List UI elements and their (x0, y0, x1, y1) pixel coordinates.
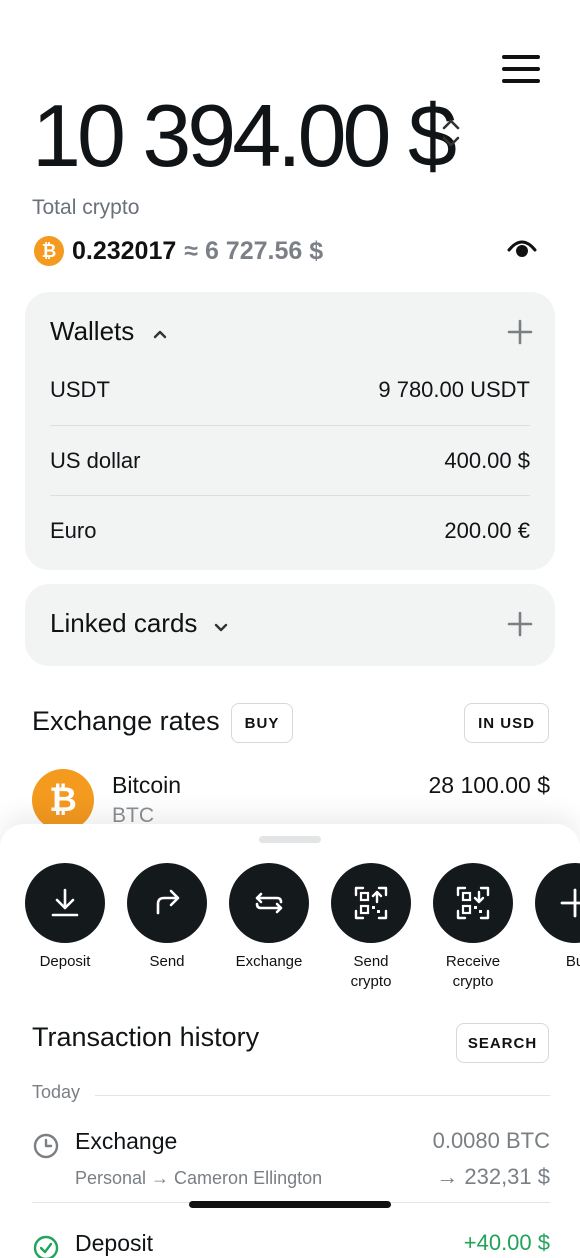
send-crypto-button-circle[interactable] (331, 863, 411, 943)
bitcoin-coin-icon: ₿ (34, 236, 64, 266)
transaction-subtitle: Personal → Cameron Ellington (75, 1168, 323, 1188)
wallet-amount: 400.00 $ (444, 447, 530, 473)
receive-crypto-action-button[interactable]: Receive crypto (431, 863, 515, 992)
wallet-name: Euro (50, 517, 97, 543)
buy-button[interactable]: BUY (231, 703, 293, 743)
qr-send-icon (354, 886, 388, 920)
transaction-history-title: Transaction history (32, 1022, 260, 1052)
exchange-action-button[interactable]: Exchange (227, 863, 311, 972)
linked-cards-title[interactable]: Linked cards (50, 608, 197, 639)
rate-price: 28 100.00 $ (428, 772, 550, 798)
send-action-button[interactable]: Send (125, 863, 209, 972)
forward-arrow-icon (156, 889, 180, 915)
transaction-title: Exchange (75, 1128, 178, 1154)
wallet-amount: 9 780.00 USDT (378, 377, 530, 402)
linked-cards-card[interactable]: Linked cards (25, 584, 555, 666)
receive-crypto-button-circle[interactable] (433, 863, 513, 943)
check-circle-icon (33, 1235, 59, 1258)
download-icon (51, 888, 79, 917)
menu-icon-line (502, 79, 540, 83)
add-card-button[interactable] (507, 611, 533, 637)
bitcoin-coin-icon: ₿ (32, 769, 94, 831)
wallets-title[interactable]: Wallets (50, 316, 134, 347)
qr-receive-icon (456, 886, 490, 920)
wallet-name: US dollar (50, 447, 141, 473)
action-label: Exchange (235, 953, 303, 970)
buy-button-circle[interactable] (535, 863, 580, 943)
action-label: Send crypto (350, 953, 392, 990)
rate-name: Bitcoin (112, 772, 182, 798)
action-label: Receive crypto (445, 953, 501, 990)
transaction-amount: +40.00 $ (463, 1230, 550, 1255)
day-label: Today (32, 1082, 81, 1102)
menu-icon (502, 55, 540, 59)
home-indicator[interactable] (189, 1201, 391, 1208)
crypto-approx-value: ≈ 6 727.56 $ (184, 236, 324, 265)
search-button[interactable]: SEARCH (456, 1023, 549, 1063)
send-crypto-action-button[interactable]: Send crypto (329, 863, 413, 992)
exchange-rates-title: Exchange rates (32, 706, 220, 736)
wallet-row-us-dollar[interactable]: US dollar 400.00 $ (50, 425, 530, 495)
transaction-row[interactable]: Exchange Personal → Cameron Ellington 0.… (32, 1128, 550, 1202)
action-label: Send (149, 953, 185, 970)
sort-toggle-icon[interactable] (440, 117, 462, 149)
rate-row-bitcoin[interactable]: ₿ Bitcoin BTC 28 100.00 $ (32, 768, 550, 831)
day-divider (95, 1095, 550, 1096)
action-label: Deposit (39, 953, 91, 970)
menu-button[interactable] (500, 52, 542, 86)
menu-icon-line (502, 67, 540, 71)
exchange-icon (255, 892, 283, 914)
total-crypto-row: ₿ 0.232017 ≈ 6 727.56 $ (34, 234, 323, 268)
action-label: Bu (565, 953, 580, 970)
wallet-name: USDT (50, 377, 110, 402)
plus-icon (560, 888, 580, 918)
transaction-row[interactable]: Deposit +40.00 $ (32, 1230, 550, 1258)
deposit-action-button[interactable]: Deposit (23, 863, 107, 972)
currency-select-button[interactable]: IN USD (464, 703, 549, 743)
buy-action-button[interactable]: Bu (533, 863, 580, 972)
exchange-button-circle[interactable] (229, 863, 309, 943)
total-crypto-label: Total crypto (32, 196, 140, 219)
chevron-down-icon[interactable] (213, 622, 229, 634)
clock-icon (33, 1133, 59, 1159)
wallet-row-usdt[interactable]: USDT 9 780.00 USDT (50, 355, 530, 425)
actions-bottom-sheet: Deposit Send Exchange Send crypto Receiv… (0, 824, 580, 1258)
total-balance: 10 394.00 $ (32, 86, 457, 185)
chevron-up-icon[interactable] (152, 328, 168, 340)
wallet-amount: 200.00 € (444, 517, 530, 543)
transaction-amount: 0.0080 BTC (432, 1128, 550, 1153)
wallets-card: Wallets USDT 9 780.00 USDT US dollar 400… (25, 292, 555, 570)
send-button-circle[interactable] (127, 863, 207, 943)
transaction-converted-amount: → 232,31 $ (436, 1164, 550, 1189)
wallet-row-euro[interactable]: Euro 200.00 € (50, 495, 530, 565)
sheet-grabber[interactable] (259, 836, 321, 843)
crypto-amount: 0.232017 (72, 236, 177, 265)
deposit-button-circle[interactable] (25, 863, 105, 943)
transaction-title: Deposit (75, 1230, 153, 1256)
visibility-eye-icon[interactable] (506, 234, 538, 260)
add-wallet-button[interactable] (507, 319, 533, 345)
